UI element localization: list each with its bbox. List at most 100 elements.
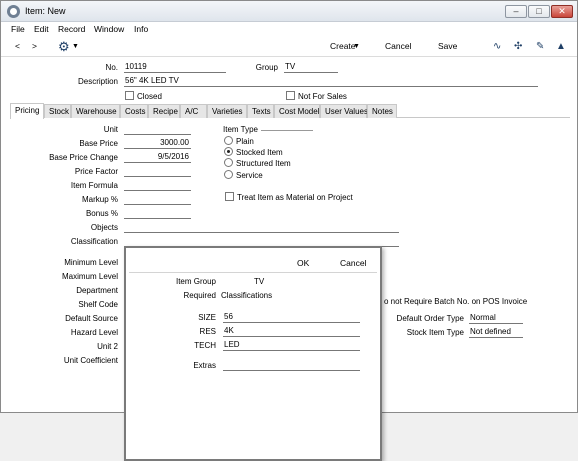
minimum-level-label: Minimum Level [64,258,118,267]
tab-cost-model[interactable]: Cost Model [274,104,320,118]
minimize-icon[interactable]: – [505,5,527,18]
title-bar: Item: New – □ ✕ [1,1,577,22]
group-field[interactable]: TV [284,62,338,73]
res-field[interactable]: 4K [223,326,360,337]
base-price-change-field[interactable]: 9/5/2016 [124,152,191,163]
default-order-type-label: Default Order Type [396,314,464,323]
no-label: No. [105,63,118,72]
item-group-value: TV [254,277,265,286]
maximize-icon[interactable]: □ [528,5,550,18]
tab-texts[interactable]: Texts [247,104,274,118]
price-factor-label: Price Factor [74,167,118,176]
closed-checkbox[interactable] [125,91,134,100]
item-formula-field[interactable] [124,180,191,191]
price-factor-field[interactable] [124,166,191,177]
extras-field[interactable] [223,360,360,371]
tab-warehouse[interactable]: Warehouse [71,104,120,118]
service-label: Service [236,171,263,180]
plain-label: Plain [236,137,254,146]
item-type-divider [261,130,313,131]
item-group-label: Item Group [175,277,216,286]
save-button[interactable]: Save [438,41,457,51]
base-price-label: Base Price [79,139,118,148]
description-label: Description [77,77,118,86]
bonus-label: Bonus % [85,209,118,218]
markup-field[interactable] [124,194,191,205]
extras-label: Extras [193,361,216,370]
unit-label: Unit [103,125,118,134]
tab-pricing[interactable]: Pricing [10,103,44,119]
activity-icon[interactable]: ∿ [493,41,501,52]
markup-label: Markup % [81,195,118,204]
tab-notes[interactable]: Notes [367,104,397,118]
closed-label: Closed [137,92,162,101]
stocked-item-label: Stocked Item [236,148,283,157]
hazard-level-label: Hazard Level [70,328,118,337]
base-price-change-label: Base Price Change [49,153,118,162]
objects-field[interactable] [124,222,399,233]
classification-label: Classification [70,237,118,246]
attachment-icon[interactable]: ✎ [536,41,544,52]
default-source-label: Default Source [65,314,118,323]
res-label: RES [199,327,216,336]
menu-window[interactable]: Window [94,24,124,34]
cancel-button[interactable]: Cancel [385,41,411,51]
tab-bar: Pricing Stock Warehouse Costs Recipe A/C… [10,103,570,119]
dialog-cancel-button[interactable]: Cancel [340,258,366,268]
base-price-field[interactable]: 3000.00 [124,138,191,149]
radio-plain[interactable] [224,136,233,145]
tech-label: TECH [194,341,216,350]
tab-stock[interactable]: Stock [44,104,71,118]
tab-ac[interactable]: A/C [180,104,207,118]
objects-label: Objects [90,223,118,232]
no-field[interactable]: 10119 [124,62,226,73]
menu-bar: File Edit Record Window Info [1,22,577,36]
radio-stocked-item[interactable] [224,147,233,156]
stock-item-type-label: Stock Item Type [406,328,464,337]
shelf-code-label: Shelf Code [78,300,118,309]
stock-item-type-field[interactable]: Not defined [469,327,523,338]
chevron-down-icon[interactable]: ▼ [72,43,79,50]
bonus-field[interactable] [124,208,191,219]
forward-icon[interactable]: > [32,41,37,51]
menu-info[interactable]: Info [134,24,148,34]
item-type-label: Item Type [223,125,258,134]
size-field[interactable]: 56 [223,312,360,323]
dialog-button-bar: OK Cancel [129,251,377,273]
radio-service[interactable] [224,170,233,179]
required-value: Classifications [221,291,273,300]
required-label: Required [183,291,216,300]
batch-no-label: o not Require Batch No. on POS Invoice [384,297,528,306]
item-formula-label: Item Formula [70,181,118,190]
expand-icon[interactable]: ✣ [514,41,522,52]
gear-icon[interactable]: ⚙ [58,39,70,55]
tab-recipe[interactable]: Recipe [148,104,180,118]
radio-structured-item[interactable] [224,158,233,167]
treat-material-label: Treat Item as Material on Project [237,193,353,202]
not-for-sales-label: Not For Sales [298,92,347,101]
ok-button[interactable]: OK [297,258,309,268]
window-title: Item: New [25,6,66,16]
menu-edit[interactable]: Edit [34,24,49,34]
menu-file[interactable]: File [11,24,25,34]
treat-material-checkbox[interactable] [225,192,234,201]
unit-coefficient-label: Unit Coefficient [63,356,118,365]
close-icon[interactable]: ✕ [551,5,573,18]
tab-user-values[interactable]: User Values [320,104,368,118]
group-label: Group [255,63,278,72]
tech-field[interactable]: LED [223,340,360,351]
department-label: Department [76,286,118,295]
size-label: SIZE [198,313,216,322]
menu-record[interactable]: Record [58,24,85,34]
unit-field[interactable] [124,124,191,135]
tab-varieties[interactable]: Varieties [207,104,247,118]
not-for-sales-checkbox[interactable] [286,91,295,100]
tab-costs[interactable]: Costs [120,104,148,118]
create-button[interactable]: Create [330,41,356,51]
create-dropdown-icon[interactable]: ▼ [353,43,360,50]
classification-dialog: OK Cancel Item Group TV Required Classif… [124,246,382,461]
description-field[interactable]: 56" 4K LED TV [124,76,538,87]
graduation-cap-icon[interactable]: ▲ [556,41,566,52]
back-icon[interactable]: < [15,41,20,51]
default-order-type-field[interactable]: Normal [469,313,523,324]
